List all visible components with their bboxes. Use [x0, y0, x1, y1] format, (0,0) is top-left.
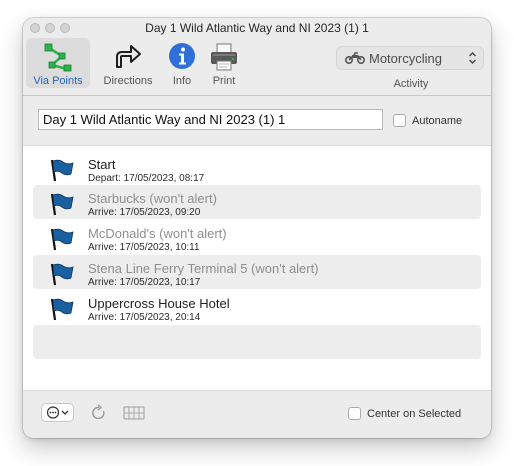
autoname-checkbox[interactable] — [393, 114, 406, 127]
window-title: Day 1 Wild Atlantic Way and NI 2023 (1) … — [145, 21, 369, 35]
point-name: McDonald's (won't alert) — [88, 226, 227, 241]
point-name: Start — [88, 157, 116, 172]
info-label: Info — [172, 75, 192, 87]
flag-icon — [50, 159, 74, 182]
flag-icon — [50, 228, 74, 251]
directions-icon — [116, 45, 141, 68]
activity-value: Motorcycling — [369, 51, 442, 66]
autoname-label: Autoname — [412, 115, 463, 127]
point-time: Arrive: 17/05/2023, 20:14 — [88, 312, 201, 323]
print-label: Print — [212, 75, 236, 87]
info-icon — [169, 43, 195, 69]
flag-icon — [50, 298, 74, 321]
directions-label: Directions — [103, 75, 153, 87]
empty-list-row — [33, 325, 481, 359]
via-points-icon — [44, 43, 72, 72]
via-points-label: Via Points — [33, 75, 83, 87]
toolbar-directions-button[interactable]: Directions — [98, 38, 158, 88]
toolbar-via-points-button[interactable]: Via Points — [26, 38, 90, 88]
center-on-selected-checkbox[interactable] — [348, 407, 361, 420]
point-time: Depart: 17/05/2023, 08:17 — [88, 173, 205, 184]
actions-menu-button[interactable] — [41, 403, 74, 422]
point-time: Arrive: 17/05/2023, 10:17 — [88, 277, 201, 288]
toolbar-print-button[interactable]: Print — [205, 38, 243, 88]
motorcycle-icon — [345, 52, 365, 64]
activity-select[interactable]: Motorcycling — [336, 46, 484, 70]
route-name-input[interactable] — [38, 109, 383, 130]
list-item[interactable]: Starbucks (won't alert) Arrive: 17/05/20… — [33, 185, 481, 219]
updown-chevron-icon — [469, 52, 476, 64]
split-route-icon[interactable] — [123, 404, 145, 422]
list-item[interactable]: McDonald's (won't alert) Arrive: 17/05/2… — [33, 220, 481, 254]
point-name: Starbucks (won't alert) — [88, 191, 217, 206]
list-item[interactable]: Uppercross House Hotel Arrive: 17/05/202… — [33, 290, 481, 324]
list-item[interactable]: Stena Line Ferry Terminal 5 (won't alert… — [33, 255, 481, 289]
title-bar: Day 1 Wild Atlantic Way and NI 2023 (1) … — [23, 18, 491, 38]
activity-label: Activity — [393, 78, 429, 90]
center-on-selected-label: Center on Selected — [367, 408, 462, 420]
point-name: Stena Line Ferry Terminal 5 (won't alert… — [88, 261, 319, 276]
point-time: Arrive: 17/05/2023, 10:11 — [88, 242, 200, 253]
toolbar-info-button[interactable]: Info — [164, 38, 200, 88]
toolbar-divider — [23, 95, 491, 96]
ellipsis-menu-icon — [46, 406, 69, 419]
refresh-icon[interactable] — [90, 404, 108, 422]
point-time: Arrive: 17/05/2023, 09:20 — [88, 207, 201, 218]
flag-icon — [50, 263, 74, 286]
route-window: Day 1 Wild Atlantic Way and NI 2023 (1) … — [23, 18, 491, 438]
list-item[interactable]: Start Depart: 17/05/2023, 08:17 — [33, 151, 481, 185]
point-name: Uppercross House Hotel — [88, 296, 230, 311]
printer-icon — [211, 43, 237, 71]
via-points-list[interactable]: Start Depart: 17/05/2023, 08:17 Starbuck… — [23, 145, 491, 391]
flag-icon — [50, 193, 74, 216]
